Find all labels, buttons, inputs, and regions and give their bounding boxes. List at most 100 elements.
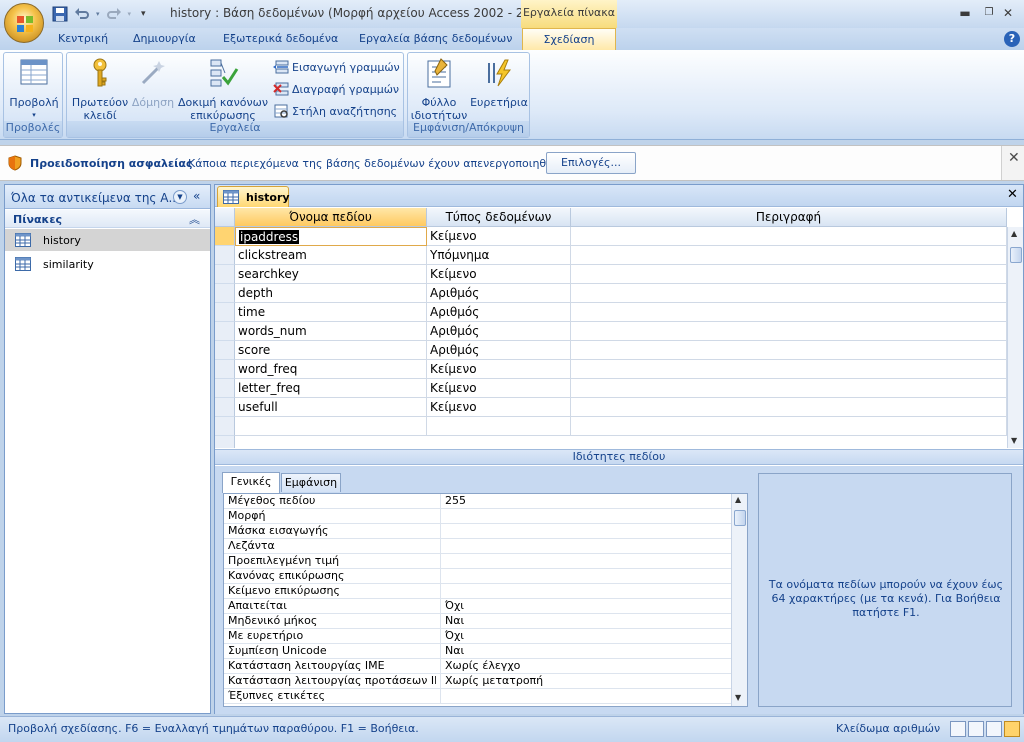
row-selector[interactable]: [215, 360, 235, 379]
row-selector[interactable]: [215, 246, 235, 265]
row-selector[interactable]: [215, 436, 235, 448]
row-selector[interactable]: [215, 227, 235, 246]
property-row[interactable]: Έξυπνες ετικέτες: [224, 689, 731, 704]
property-value[interactable]: Ναι: [440, 614, 731, 629]
redo-icon[interactable]: [106, 6, 122, 22]
row-selector[interactable]: [215, 379, 235, 398]
tab-create[interactable]: Δημιουργία: [133, 32, 196, 45]
column-header-data-type[interactable]: Τύπος δεδομένων: [427, 208, 571, 227]
property-row[interactable]: Προεπιλεγμένη τιμή: [224, 554, 731, 569]
property-value[interactable]: Όχι: [440, 629, 731, 644]
nav-pane-header[interactable]: Όλα τα αντικείμενα της Α... ▼ «: [5, 185, 210, 209]
nav-pane-dropdown-icon[interactable]: ▼: [173, 190, 187, 204]
property-value[interactable]: [440, 584, 731, 599]
property-value[interactable]: [440, 569, 731, 584]
properties-vertical-scrollbar[interactable]: ▲ ▼: [731, 494, 747, 706]
property-row[interactable]: Συμπίεση Unicode Ναι: [224, 644, 731, 659]
design-view-button[interactable]: [1004, 721, 1020, 737]
insert-rows-button[interactable]: Εισαγωγή γραμμών: [273, 58, 400, 76]
data-type-cell[interactable]: Κείμενο: [427, 227, 571, 246]
shutter-bar-collapse-icon[interactable]: «: [193, 189, 200, 203]
field-name-cell[interactable]: depth: [235, 284, 427, 303]
data-type-cell[interactable]: Κείμενο: [427, 379, 571, 398]
field-name-cell[interactable]: word_freq: [235, 360, 427, 379]
close-security-bar-icon[interactable]: ✕: [1008, 150, 1020, 166]
tab-lookup[interactable]: Εμφάνιση: [281, 473, 341, 492]
property-value[interactable]: Όχι: [440, 599, 731, 614]
row-selector[interactable]: [215, 341, 235, 360]
field-name-cell[interactable]: [235, 417, 427, 436]
data-type-cell[interactable]: Κείμενο: [427, 265, 571, 284]
row-selector[interactable]: [215, 417, 235, 436]
redo-dropdown-icon[interactable]: ▾: [128, 10, 132, 18]
undo-dropdown-icon[interactable]: ▾: [96, 10, 100, 18]
property-value[interactable]: Χωρίς μετατροπή: [440, 674, 731, 689]
property-row[interactable]: Λεζάντα: [224, 539, 731, 554]
property-value[interactable]: [440, 509, 731, 524]
close-document-icon[interactable]: ✕: [1007, 187, 1018, 202]
column-header-description[interactable]: Περιγραφή: [571, 208, 1007, 227]
description-cell[interactable]: [571, 322, 1007, 341]
property-value[interactable]: Ναι: [440, 644, 731, 659]
pivotchart-view-button[interactable]: [986, 721, 1002, 737]
help-icon[interactable]: ?: [1004, 31, 1020, 47]
property-value[interactable]: Χωρίς έλεγχο: [440, 659, 731, 674]
field-name-cell[interactable]: ipaddress: [235, 227, 427, 246]
delete-rows-button[interactable]: Διαγραφή γραμμών: [273, 80, 399, 98]
save-icon[interactable]: [52, 6, 68, 22]
description-cell[interactable]: [571, 417, 1007, 436]
tab-general[interactable]: Γενικές: [222, 472, 280, 493]
description-cell[interactable]: [571, 284, 1007, 303]
lookup-column-button[interactable]: Στήλη αναζήτησης: [273, 102, 397, 120]
data-type-cell[interactable]: Κείμενο: [427, 360, 571, 379]
data-type-cell[interactable]: Υπόμνημα: [427, 246, 571, 265]
field-name-cell[interactable]: usefull: [235, 398, 427, 417]
tab-design[interactable]: Σχεδίαση: [522, 28, 616, 50]
scroll-down-icon[interactable]: ▼: [735, 693, 741, 702]
data-type-cell[interactable]: Αριθμός: [427, 341, 571, 360]
property-row[interactable]: Μορφή: [224, 509, 731, 524]
property-row[interactable]: Απαιτείται Όχι: [224, 599, 731, 614]
field-name-cell[interactable]: searchkey: [235, 265, 427, 284]
nav-group-tables[interactable]: Πίνακες ︽: [5, 210, 210, 228]
row-selector[interactable]: [215, 398, 235, 417]
security-options-button[interactable]: Επιλογές...: [546, 152, 636, 174]
scroll-thumb[interactable]: [734, 510, 746, 526]
property-value[interactable]: [440, 689, 731, 704]
field-name-cell[interactable]: words_num: [235, 322, 427, 341]
scroll-up-icon[interactable]: ▲: [735, 495, 741, 504]
property-row[interactable]: Μάσκα εισαγωγής: [224, 524, 731, 539]
office-button[interactable]: [4, 3, 44, 43]
undo-icon[interactable]: [74, 6, 90, 22]
row-selector[interactable]: [215, 265, 235, 284]
nav-item-similarity[interactable]: similarity: [5, 253, 210, 275]
description-cell[interactable]: [571, 303, 1007, 322]
scroll-up-icon[interactable]: ▲: [1011, 229, 1017, 238]
minimize-button[interactable]: ▬: [953, 4, 977, 22]
close-window-button[interactable]: ✕: [996, 4, 1020, 22]
datasheet-view-button[interactable]: [950, 721, 966, 737]
select-all-corner[interactable]: [215, 208, 235, 227]
property-row[interactable]: Κείμενο επικύρωσης: [224, 584, 731, 599]
customize-qat-icon[interactable]: ▾: [141, 9, 146, 19]
description-cell[interactable]: [571, 341, 1007, 360]
tab-home[interactable]: Κεντρική: [58, 32, 108, 45]
property-sheet-button[interactable]: Φύλλο ιδιοτήτων: [410, 57, 468, 122]
data-type-cell[interactable]: Αριθμός: [427, 303, 571, 322]
grid-vertical-scrollbar[interactable]: ▲ ▼: [1007, 227, 1023, 448]
view-button[interactable]: Προβολή ▾: [8, 57, 60, 122]
property-row[interactable]: Μηδενικό μήκος Ναι: [224, 614, 731, 629]
property-row[interactable]: Κατάσταση λειτουργίας προτάσεων IME Χωρίς…: [224, 674, 731, 689]
pivottable-view-button[interactable]: [968, 721, 984, 737]
row-selector[interactable]: [215, 284, 235, 303]
tab-external-data[interactable]: Εξωτερικά δεδομένα: [223, 32, 338, 45]
description-cell[interactable]: [571, 246, 1007, 265]
field-name-cell[interactable]: letter_freq: [235, 379, 427, 398]
column-header-field-name[interactable]: Όνομα πεδίου: [235, 208, 427, 227]
nav-item-history[interactable]: history: [5, 229, 210, 251]
primary-key-button[interactable]: Πρωτεύον κλειδί: [71, 57, 129, 122]
document-tab-history[interactable]: history: [217, 186, 290, 207]
field-name-cell[interactable]: time: [235, 303, 427, 322]
property-row[interactable]: Μέγεθος πεδίου 255: [224, 494, 731, 509]
property-row[interactable]: Κατάσταση λειτουργίας IME Χωρίς έλεγχο: [224, 659, 731, 674]
